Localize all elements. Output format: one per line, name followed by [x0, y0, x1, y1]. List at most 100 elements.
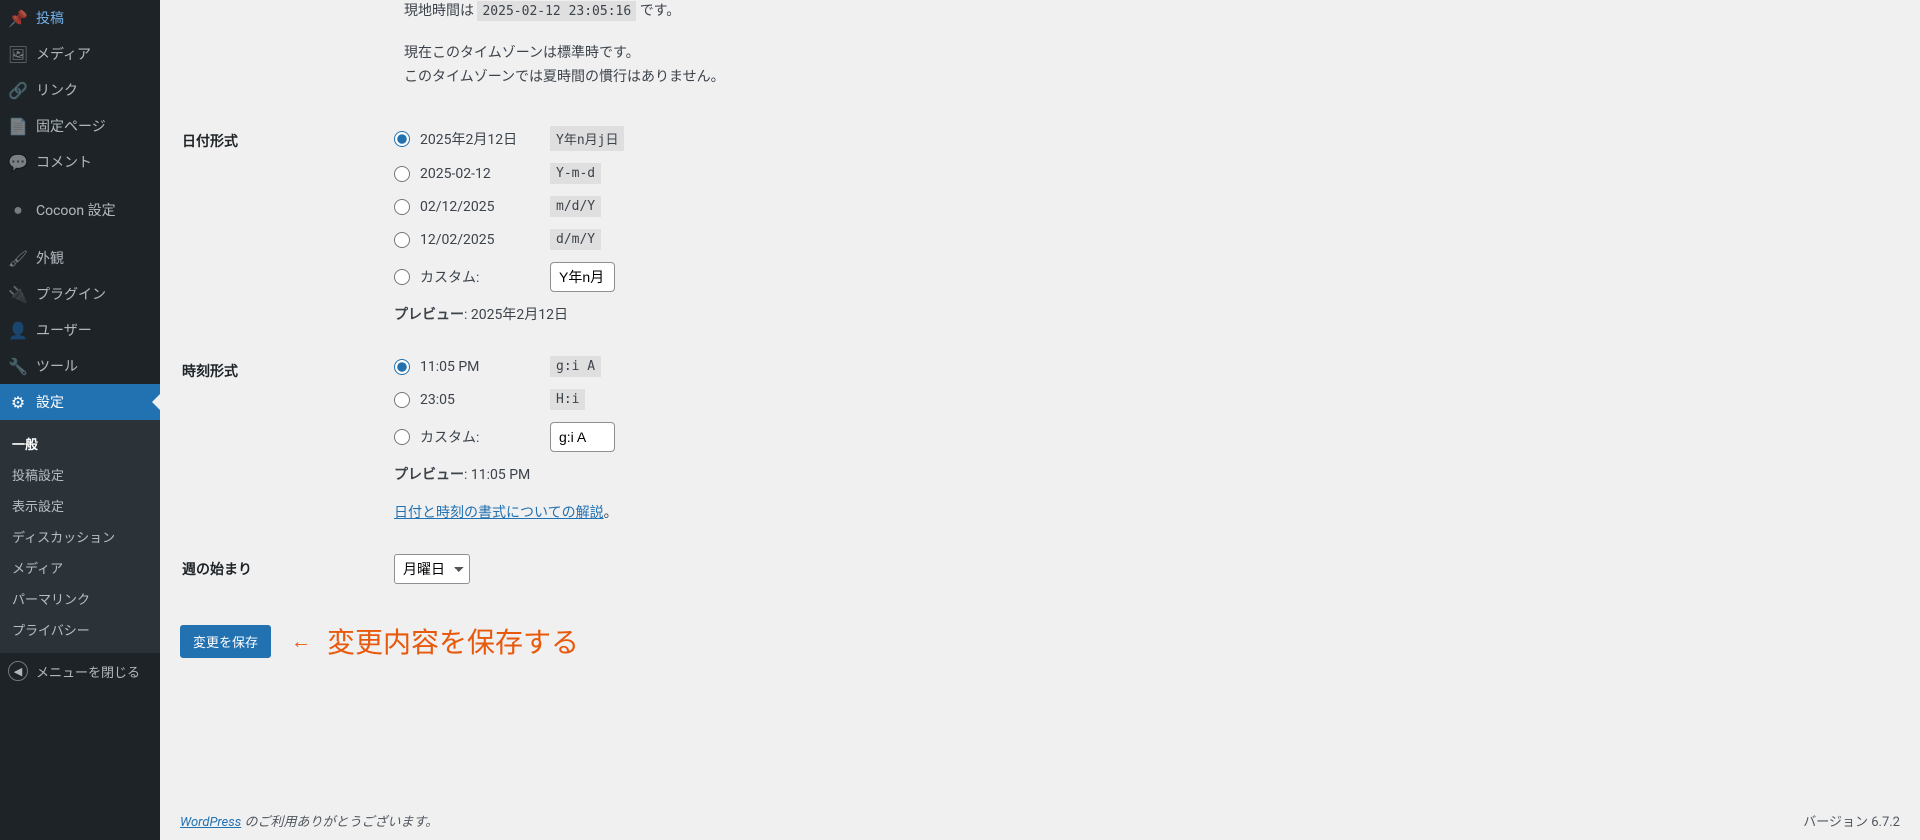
datetime-doc-link[interactable]: 日付と時刻の書式についての解説 — [394, 505, 604, 521]
sidebar-item-label: 投稿 — [36, 8, 64, 28]
sidebar-item-link[interactable]: 🔗 リンク — [0, 72, 160, 108]
settings-submenu: 一般投稿設定表示設定ディスカッションメディアパーマリンクプライバシー — [0, 420, 160, 653]
time-format-option[interactable]: 11:05 PMg:i A — [394, 356, 1888, 377]
sidebar-item-label: リンク — [36, 80, 78, 100]
date-format-custom-label: カスタム: — [420, 267, 550, 287]
sidebar-item-tool[interactable]: 🔧 ツール — [0, 348, 160, 384]
date-format-option-label: 12/02/2025 — [420, 232, 550, 248]
save-changes-button[interactable]: 変更を保存 — [180, 625, 271, 658]
submenu-item[interactable]: 一般 — [0, 428, 160, 459]
collapse-icon: ◀ — [8, 661, 28, 681]
local-time-suffix: です。 — [640, 3, 681, 19]
date-preview-value: 2025年2月12日 — [471, 307, 568, 323]
footer-wordpress-link[interactable]: WordPress — [180, 815, 241, 830]
date-format-heading: 日付形式 — [182, 111, 382, 339]
date-format-option[interactable]: 02/12/2025m/d/Y — [394, 196, 1888, 217]
plugin-icon: 🔌 — [8, 284, 28, 304]
sidebar-item-comment[interactable]: 💬 コメント — [0, 144, 160, 180]
time-format-option-label: 11:05 PM — [420, 359, 550, 375]
sidebar-item-user[interactable]: 👤 ユーザー — [0, 312, 160, 348]
media-icon: 🖼 — [8, 44, 28, 64]
sidebar-item-page[interactable]: 📄 固定ページ — [0, 108, 160, 144]
date-format-custom-row[interactable]: カスタム: — [394, 262, 1888, 292]
collapse-menu-button[interactable]: ◀ メニューを閉じる — [0, 653, 160, 689]
date-format-custom-radio[interactable] — [394, 269, 410, 285]
annotation-arrow-icon: ← — [291, 629, 311, 654]
footer-version: バージョン 6.7.2 — [1803, 811, 1900, 830]
sidebar-item-settings[interactable]: ⚙ 設定 — [0, 384, 160, 420]
submenu-item[interactable]: 表示設定 — [0, 490, 160, 521]
time-format-custom-row[interactable]: カスタム: — [394, 422, 1888, 452]
time-format-heading: 時刻形式 — [182, 341, 382, 537]
time-format-radio[interactable] — [394, 359, 410, 375]
date-format-option-label: 2025-02-12 — [420, 166, 550, 182]
date-format-option-code: d/m/Y — [550, 229, 601, 250]
sidebar-item-label: 固定ページ — [36, 116, 106, 136]
page-icon: 📄 — [8, 116, 28, 136]
date-format-radio[interactable] — [394, 166, 410, 182]
user-icon: 👤 — [8, 320, 28, 340]
date-format-option[interactable]: 2025-02-12Y-m-d — [394, 163, 1888, 184]
sidebar-item-pin[interactable]: 📌 投稿 — [0, 0, 160, 36]
time-format-option[interactable]: 23:05H:i — [394, 389, 1888, 410]
date-format-option-code: Y年n月j日 — [550, 126, 624, 151]
time-format-custom-radio[interactable] — [394, 429, 410, 445]
sidebar-item-brush[interactable]: 🖌 外観 — [0, 240, 160, 276]
time-format-radio[interactable] — [394, 392, 410, 408]
time-format-custom-label: カスタム: — [420, 427, 550, 447]
date-format-option-code: Y-m-d — [550, 163, 601, 184]
week-start-heading: 週の始まり — [182, 539, 382, 599]
timezone-dst-note: このタイムゾーンでは夏時間の慣行はありません。 — [404, 66, 1900, 90]
submenu-item[interactable]: メディア — [0, 552, 160, 583]
collapse-menu-label: メニューを閉じる — [36, 662, 140, 681]
time-format-option-code: g:i A — [550, 356, 601, 377]
sidebar-item-label: ユーザー — [36, 320, 92, 340]
sidebar-item-label: 設定 — [36, 392, 64, 412]
time-format-option-label: 23:05 — [420, 392, 550, 408]
date-format-option-label: 2025年2月12日 — [420, 129, 550, 149]
sidebar-item-dot[interactable]: ● Cocoon 設定 — [0, 192, 160, 228]
date-format-option[interactable]: 12/02/2025d/m/Y — [394, 229, 1888, 250]
submenu-item[interactable]: ディスカッション — [0, 521, 160, 552]
date-format-custom-input[interactable] — [550, 262, 615, 292]
date-format-option-label: 02/12/2025 — [420, 199, 550, 215]
week-start-select[interactable]: 月曜日 — [394, 554, 470, 584]
link-icon: 🔗 — [8, 80, 28, 100]
time-preview-value: 11:05 PM — [471, 467, 530, 483]
sidebar-item-label: プラグイン — [36, 284, 106, 304]
local-time-prefix: 現地時間は — [404, 3, 474, 19]
date-format-radio[interactable] — [394, 232, 410, 248]
sidebar-item-label: ツール — [36, 356, 78, 376]
main-content: 現地時間は 2025-02-12 23:05:16 です。 現在このタイムゾーン… — [160, 0, 1920, 840]
settings-icon: ⚙ — [8, 392, 28, 412]
submenu-item[interactable]: パーマリンク — [0, 583, 160, 614]
date-format-option[interactable]: 2025年2月12日Y年n月j日 — [394, 126, 1888, 151]
timezone-standard-note: 現在このタイムゾーンは標準時です。 — [404, 42, 1900, 66]
date-preview-label: プレビュー — [394, 307, 464, 323]
dot-icon: ● — [8, 200, 28, 220]
footer-thanks-text: のご利用ありがとうございます。 — [241, 815, 438, 830]
date-format-radio[interactable] — [394, 131, 410, 147]
sidebar-item-label: Cocoon 設定 — [36, 200, 116, 220]
submenu-item[interactable]: プライバシー — [0, 614, 160, 645]
date-format-option-code: m/d/Y — [550, 196, 601, 217]
admin-sidebar: 📌 投稿 🖼 メディア 🔗 リンク 📄 固定ページ 💬 コメント ● Cocoon 設定 🖌 外観 🔌 プラグ… — [0, 0, 160, 840]
sidebar-item-media[interactable]: 🖼 メディア — [0, 36, 160, 72]
pin-icon: 📌 — [8, 8, 28, 28]
admin-footer: WordPress のご利用ありがとうございます。 バージョン 6.7.2 — [180, 793, 1900, 840]
annotation-text: 変更内容を保存する — [327, 621, 579, 661]
tool-icon: 🔧 — [8, 356, 28, 376]
brush-icon: 🖌 — [8, 248, 28, 268]
submenu-item[interactable]: 投稿設定 — [0, 459, 160, 490]
sidebar-item-label: コメント — [36, 152, 92, 172]
time-format-custom-input[interactable] — [550, 422, 615, 452]
time-format-option-code: H:i — [550, 389, 585, 410]
sidebar-item-label: 外観 — [36, 248, 64, 268]
sidebar-item-plugin[interactable]: 🔌 プラグイン — [0, 276, 160, 312]
timezone-info: 現地時間は 2025-02-12 23:05:16 です。 現在このタイムゾーン… — [404, 0, 1900, 89]
date-format-radio[interactable] — [394, 199, 410, 215]
sidebar-item-label: メディア — [36, 44, 91, 64]
time-preview-label: プレビュー — [394, 467, 464, 483]
local-time-value: 2025-02-12 23:05:16 — [477, 1, 636, 21]
comment-icon: 💬 — [8, 152, 28, 172]
